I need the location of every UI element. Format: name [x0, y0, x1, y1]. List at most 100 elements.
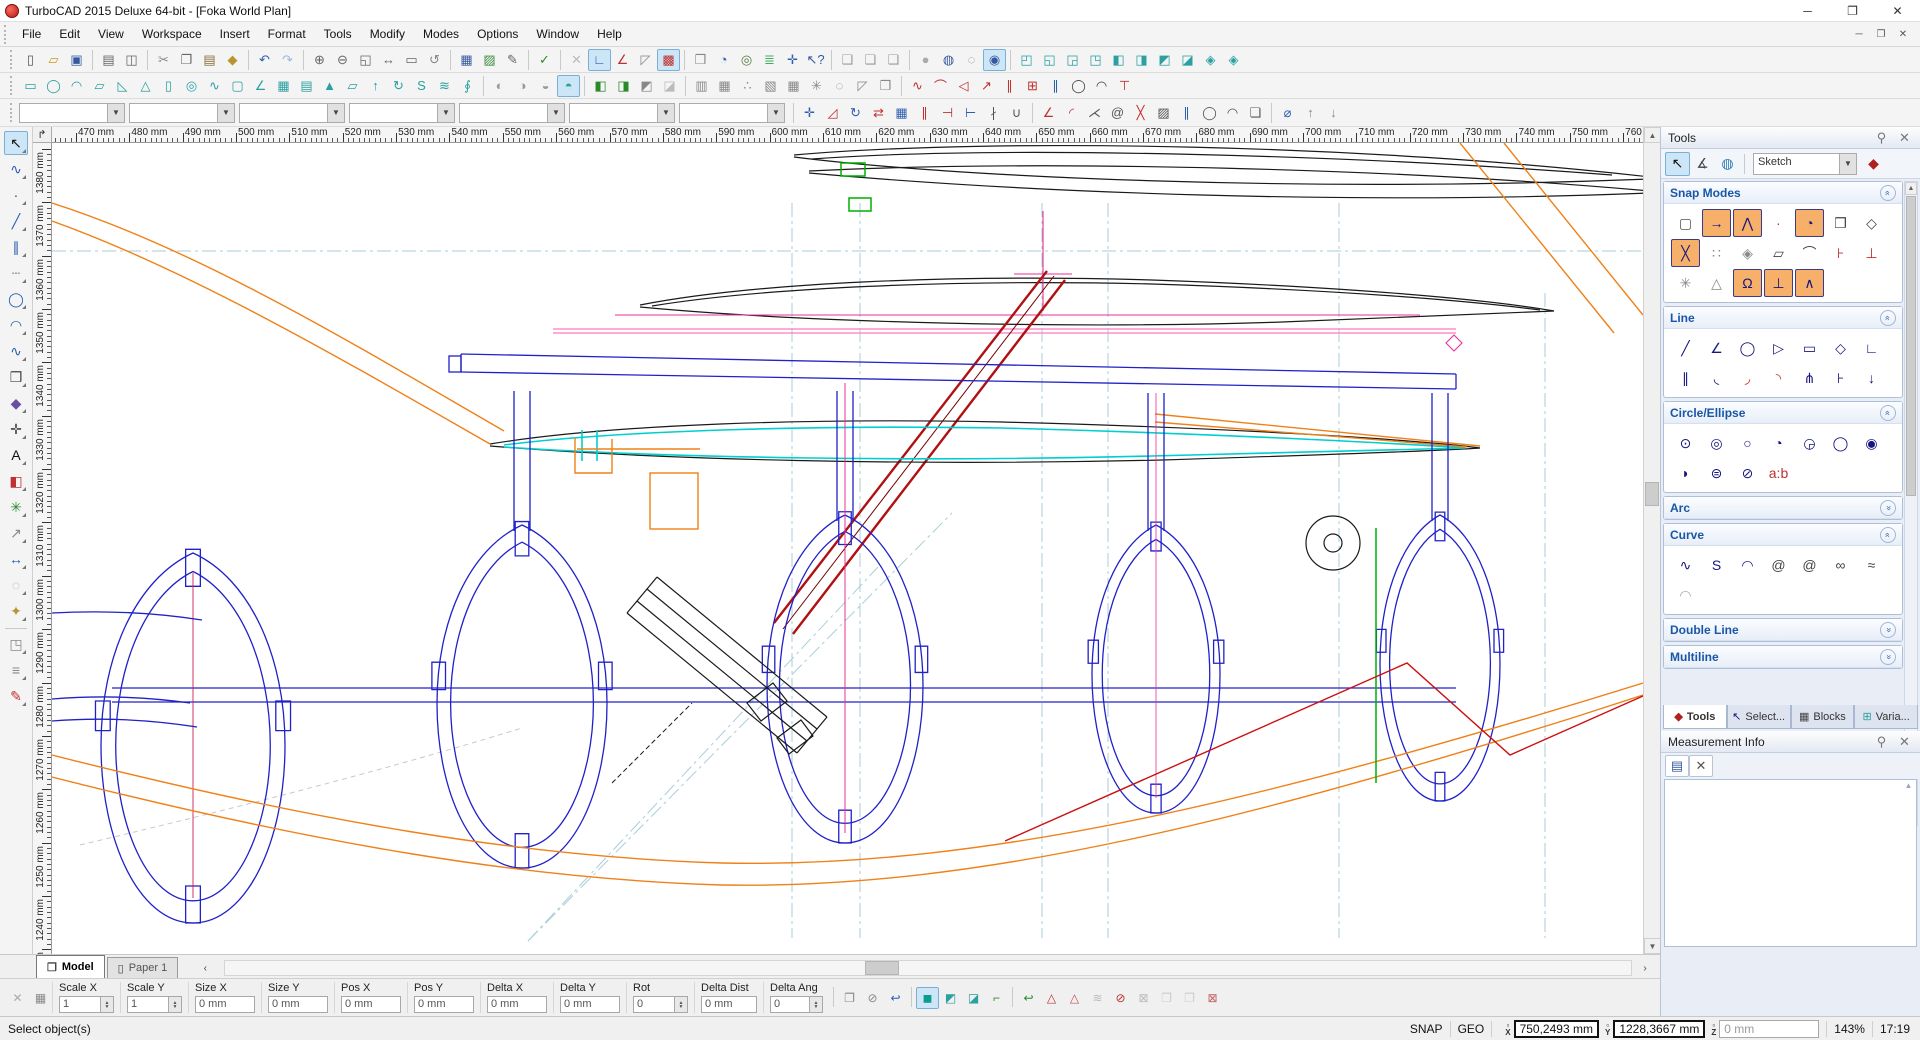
array-linear-icon[interactable]: ▥	[690, 75, 713, 97]
box-3d-icon[interactable]: ▭	[19, 75, 42, 97]
spar-fitting-detail[interactable]	[612, 577, 827, 783]
select-2d-mode-icon[interactable]: ◼	[916, 987, 939, 1009]
array-grid-icon[interactable]: ▦	[782, 75, 805, 97]
wing-airfoil-top[interactable]	[794, 146, 1643, 211]
redo-icon[interactable]: ↷	[276, 49, 299, 71]
chevron-down-icon[interactable]: ▼	[327, 104, 344, 122]
x-coordinate-field[interactable]: 750,2493 mm	[1514, 1020, 1599, 1038]
snap-divide-v-icon[interactable]: ⊥	[1857, 239, 1886, 267]
curve-spline-control-icon[interactable]: S	[1702, 551, 1731, 579]
sweep-icon[interactable]: S	[410, 75, 433, 97]
view-nw-icon[interactable]: ◈	[1222, 49, 1245, 71]
zoom-in-icon[interactable]: ⊕	[308, 49, 331, 71]
no-view-toggle-icon[interactable]: ⊠	[1201, 987, 1224, 1009]
fill-tool-icon[interactable]: ◧	[4, 469, 28, 493]
curve-cloud-icon[interactable]: ◠	[1671, 581, 1700, 609]
format-painter-icon[interactable]: ◆	[221, 49, 244, 71]
offset-3d-icon[interactable]: ∥	[1044, 75, 1067, 97]
boolean-subtract-icon[interactable]: ◑	[511, 75, 534, 97]
circle-on-face-icon[interactable]: ◯	[1067, 75, 1090, 97]
insert-picture-icon[interactable]: ▨	[478, 49, 501, 71]
scale-entity-icon[interactable]: ◿	[821, 102, 844, 124]
zoom-out-icon[interactable]: ⊖	[331, 49, 354, 71]
selection-history-icon[interactable]: ❒	[689, 49, 712, 71]
zoom-previous-icon[interactable]: ↺	[423, 49, 446, 71]
section-header[interactable]: Circle/Ellipse«	[1664, 402, 1902, 424]
ortho-mode-icon[interactable]: ∟	[588, 49, 611, 71]
snap-ortho-icon[interactable]: ⊥	[1764, 269, 1793, 297]
y-coordinate-field[interactable]: 1228,3667 mm	[1613, 1020, 1705, 1038]
select-transform-icon[interactable]: ◳	[4, 632, 28, 656]
calculator-pad-icon[interactable]: ▦	[29, 987, 52, 1009]
menu-window[interactable]: Window	[527, 24, 588, 44]
line-segment-icon[interactable]: ╱	[1671, 334, 1700, 362]
curve-spiral-cw-icon[interactable]: @	[1764, 551, 1793, 579]
point-icon[interactable]: ·	[4, 183, 28, 207]
doc-minimize-button[interactable]: ─	[1848, 25, 1870, 43]
snap-intersection-icon[interactable]: ╳	[1671, 239, 1700, 267]
circle-concentric-icon[interactable]: ◎	[1702, 429, 1731, 457]
doc-close-button[interactable]: ✕	[1892, 25, 1914, 43]
input-scale-y[interactable]: 1	[127, 996, 169, 1013]
paper1-tab[interactable]: ▯Paper 1	[107, 957, 179, 978]
cut-icon[interactable]: ✂	[152, 49, 175, 71]
line-tangent-to-arc-icon[interactable]: ◞	[1733, 364, 1762, 392]
spar-band[interactable]	[112, 354, 1456, 702]
menu-options[interactable]: Options	[468, 24, 527, 44]
input-delta-y[interactable]: 0 mm	[560, 996, 620, 1013]
horizontal-scroll-thumb[interactable]	[865, 961, 899, 975]
layers-tool-icon[interactable]: ≡	[4, 658, 28, 682]
whats-this-help-icon[interactable]: ↖?	[804, 49, 827, 71]
style-combo[interactable]: Sketch▼	[1753, 153, 1857, 175]
circle-tool-icon[interactable]: ◯	[1198, 102, 1221, 124]
chevron-down-icon[interactable]: ▼	[547, 104, 564, 122]
open-icon[interactable]: ▱	[42, 49, 65, 71]
chevron-down-icon[interactable]: ▼	[1839, 154, 1856, 174]
line-multiline-icon[interactable]: ∠	[1702, 334, 1731, 362]
spiral-tool-icon[interactable]: @	[1106, 102, 1129, 124]
mirror-entity-icon[interactable]: ⇄	[867, 102, 890, 124]
cancel-edit-icon[interactable]: ✕	[6, 987, 29, 1009]
move-entity-icon[interactable]: ✛	[798, 102, 821, 124]
cone-3d-icon[interactable]: △	[134, 75, 157, 97]
circle-2-point-icon[interactable]: ○	[1733, 429, 1762, 457]
sheet-tab-scroll-right[interactable]: ›	[1634, 960, 1656, 976]
view-right-icon[interactable]: ◧	[1107, 49, 1130, 71]
stack-ghost-icon[interactable]: ≋	[1086, 987, 1109, 1009]
input-delta-dist[interactable]: 0 mm	[701, 996, 757, 1013]
chevron-down-icon[interactable]: ▼	[217, 104, 234, 122]
shear-modify-icon[interactable]: ∥	[998, 75, 1021, 97]
menu-edit[interactable]: Edit	[50, 24, 89, 44]
line-perpendicular-icon[interactable]: ∟	[1857, 334, 1886, 362]
array-polar-icon[interactable]: ◌	[828, 75, 851, 97]
undo-icon[interactable]: ↶	[253, 49, 276, 71]
input-size-y[interactable]: 0 mm	[268, 996, 328, 1013]
snap-arc-center-icon[interactable]: ◔	[1795, 209, 1824, 237]
input-pos-y[interactable]: 0 mm	[414, 996, 474, 1013]
pin-mi-icon-icon[interactable]: ⚲	[1870, 731, 1893, 753]
attach-file-icon[interactable]: ✎	[501, 49, 524, 71]
node-edit-icon[interactable]: △	[1040, 987, 1063, 1009]
polyline-3d-icon[interactable]: ∠	[249, 75, 272, 97]
spline-icon[interactable]: ∿	[4, 339, 28, 363]
hatch-tool-icon[interactable]: ▨	[1152, 102, 1175, 124]
select-path-mode-icon[interactable]: ⌐	[985, 987, 1008, 1009]
redline-tool-icon[interactable]: ✎	[4, 684, 28, 708]
curve-spline-points-icon[interactable]: ∿	[1671, 551, 1700, 579]
view-iso-ne-icon[interactable]: ◰	[1015, 49, 1038, 71]
view-sw-icon[interactable]: ◪	[1176, 49, 1199, 71]
pyramid-3d-icon[interactable]: ▲	[318, 75, 341, 97]
no-fill-toggle-icon[interactable]: ⊘	[1109, 987, 1132, 1009]
fillet-tool-icon[interactable]: ◜	[1060, 102, 1083, 124]
text-tool-icon[interactable]: A	[4, 443, 28, 467]
redraw-icon[interactable]: ❑	[836, 49, 859, 71]
fuselage-ribs[interactable]	[95, 383, 1503, 923]
close-button[interactable]: ✕	[1875, 0, 1920, 22]
snap-quadrant-icon[interactable]: ◇	[1857, 209, 1886, 237]
drawing-setup-icon[interactable]: ▦	[455, 49, 478, 71]
section-header[interactable]: Arc«	[1664, 497, 1902, 519]
slice-3d-icon[interactable]: ◓	[557, 75, 580, 97]
spinner[interactable]: ▲▼	[101, 996, 114, 1013]
expand-icon[interactable]: «	[1880, 649, 1896, 665]
array-radial-icon[interactable]: ✳	[805, 75, 828, 97]
